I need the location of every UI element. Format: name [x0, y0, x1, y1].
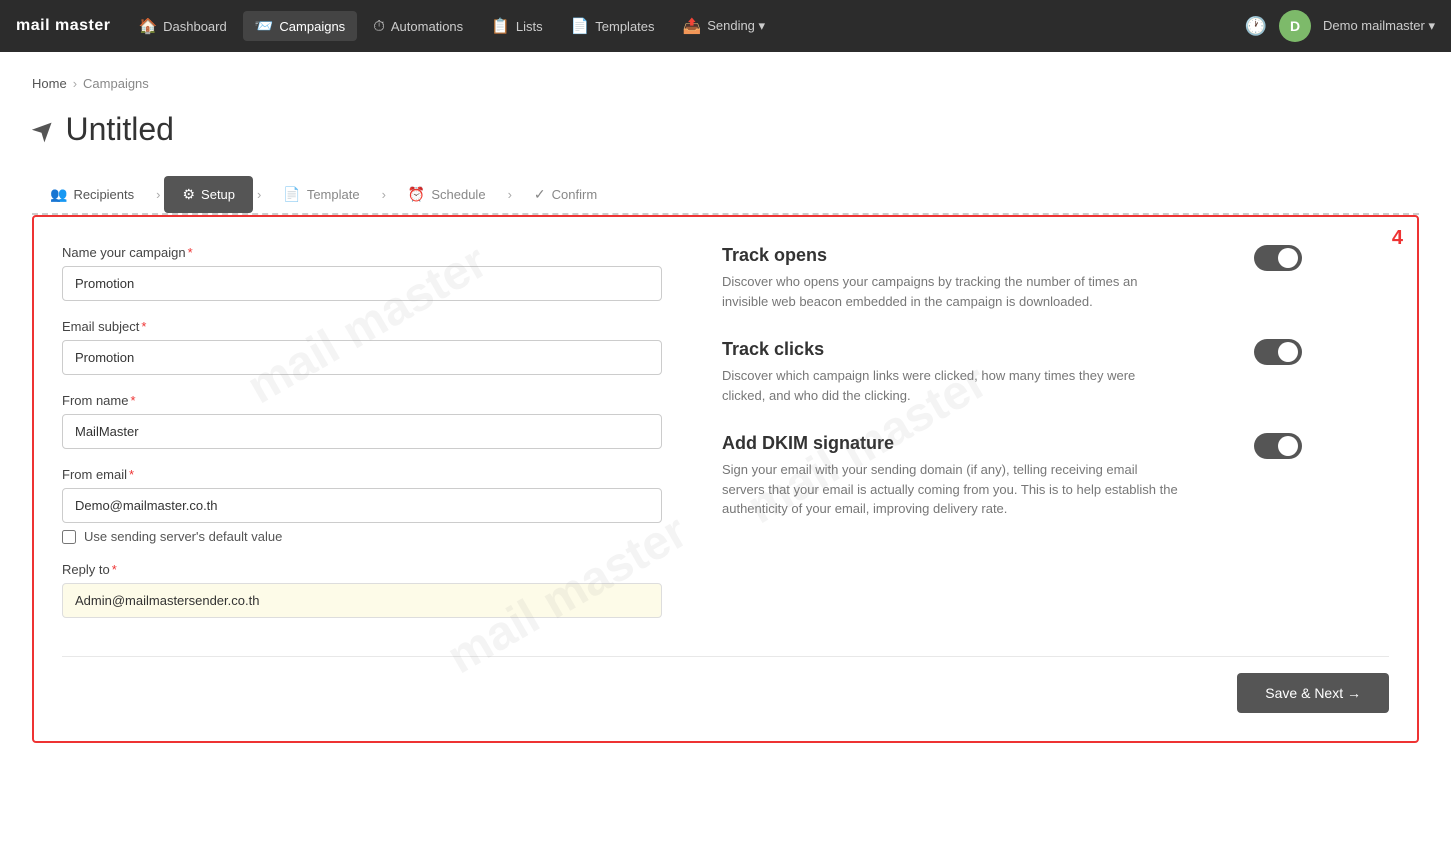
step-recipients-label: Recipients: [73, 187, 134, 202]
campaigns-icon: 📨: [255, 17, 274, 35]
campaign-name-input[interactable]: [62, 266, 662, 301]
default-server-label: Use sending server's default value: [84, 529, 282, 544]
default-server-row: Use sending server's default value: [62, 529, 662, 544]
step-confirm[interactable]: ✓ Confirm: [516, 176, 615, 213]
track-clicks-desc: Discover which campaign links were click…: [722, 366, 1182, 405]
automations-icon: ⏱: [373, 18, 385, 35]
dkim-desc: Sign your email with your sending domain…: [722, 460, 1182, 519]
step-arrow-1: ›: [152, 187, 164, 202]
form-left: Name your campaign* Email subject* From …: [62, 245, 662, 636]
nav-templates[interactable]: 📄 Templates: [559, 11, 667, 41]
dashboard-icon: 🏠: [138, 17, 157, 35]
dkim-toggle[interactable]: [1254, 433, 1302, 459]
email-subject-group: Email subject*: [62, 319, 662, 375]
email-subject-input[interactable]: [62, 340, 662, 375]
page-title-icon: ➤: [24, 110, 64, 150]
from-email-group: From email* Use sending server's default…: [62, 467, 662, 544]
nav-lists[interactable]: 📋 Lists: [479, 11, 554, 41]
track-clicks-header: Track clicks Discover which campaign lin…: [722, 339, 1302, 405]
reply-to-group: Reply to*: [62, 562, 662, 618]
dkim-header: Add DKIM signature Sign your email with …: [722, 433, 1302, 519]
sending-icon: 📤: [683, 17, 702, 35]
brand-logo: mail master: [16, 17, 110, 35]
step-number: 4: [1392, 227, 1403, 250]
breadcrumb-current: Campaigns: [83, 76, 149, 91]
wizard-steps: 👥 Recipients › ⚙ Setup › 📄 Template › ⏰ …: [32, 176, 1419, 213]
nav-dashboard-label: Dashboard: [163, 19, 227, 34]
track-opens-item: Track opens Discover who opens your camp…: [722, 245, 1302, 311]
track-opens-slider: [1254, 245, 1302, 271]
step-arrow-3: ›: [378, 187, 390, 202]
track-clicks-item: Track clicks Discover which campaign lin…: [722, 339, 1302, 405]
navbar: mail master 🏠 Dashboard 📨 Campaigns ⏱ Au…: [0, 0, 1451, 52]
step-setup-label: Setup: [201, 187, 235, 202]
track-clicks-content: Track clicks Discover which campaign lin…: [722, 339, 1182, 405]
track-opens-desc: Discover who opens your campaigns by tra…: [722, 272, 1182, 311]
form-layout: Name your campaign* Email subject* From …: [62, 245, 1389, 636]
from-name-group: From name*: [62, 393, 662, 449]
email-subject-label: Email subject*: [62, 319, 662, 334]
step-arrow-2: ›: [253, 187, 265, 202]
nav-automations-label: Automations: [391, 19, 463, 34]
history-icon[interactable]: 🕐: [1245, 16, 1267, 37]
nav-dashboard[interactable]: 🏠 Dashboard: [126, 11, 238, 41]
step-schedule[interactable]: ⏰ Schedule: [390, 176, 504, 213]
step-arrow-4: ›: [504, 187, 516, 202]
nav-sending-label: Sending ▾: [707, 18, 765, 34]
dkim-content: Add DKIM signature Sign your email with …: [722, 433, 1182, 519]
nav-templates-label: Templates: [595, 19, 654, 34]
page-title: Untitled: [65, 111, 174, 148]
dkim-slider: [1254, 433, 1302, 459]
from-name-label: From name*: [62, 393, 662, 408]
from-email-label: From email*: [62, 467, 662, 482]
user-label[interactable]: Demo mailmaster ▾: [1323, 18, 1435, 34]
reply-to-input[interactable]: [62, 583, 662, 618]
step-schedule-label: Schedule: [431, 187, 485, 202]
from-email-input[interactable]: [62, 488, 662, 523]
dkim-item: Add DKIM signature Sign your email with …: [722, 433, 1302, 519]
track-opens-header: Track opens Discover who opens your camp…: [722, 245, 1302, 311]
form-right: Track opens Discover who opens your camp…: [722, 245, 1302, 636]
step-confirm-label: Confirm: [552, 187, 598, 202]
track-clicks-slider: [1254, 339, 1302, 365]
nav-campaigns[interactable]: 📨 Campaigns: [243, 11, 357, 41]
dkim-title: Add DKIM signature: [722, 433, 1182, 454]
reply-to-label: Reply to*: [62, 562, 662, 577]
save-next-label: Save & Next →: [1265, 685, 1361, 701]
page-content: Home › Campaigns ➤ Untitled 👥 Recipients…: [0, 52, 1451, 858]
nav-sending[interactable]: 📤 Sending ▾: [671, 11, 778, 41]
page-title-row: ➤ Untitled: [32, 111, 1419, 148]
schedule-step-icon: ⏰: [408, 186, 425, 203]
lists-icon: 📋: [491, 17, 510, 35]
track-opens-title: Track opens: [722, 245, 1182, 266]
track-opens-content: Track opens Discover who opens your camp…: [722, 245, 1182, 311]
breadcrumb: Home › Campaigns: [32, 76, 1419, 91]
default-server-checkbox[interactable]: [62, 530, 76, 544]
step-setup[interactable]: ⚙ Setup: [164, 176, 253, 213]
navbar-right: 🕐 D Demo mailmaster ▾: [1245, 10, 1435, 42]
campaign-name-group: Name your campaign*: [62, 245, 662, 301]
from-name-input[interactable]: [62, 414, 662, 449]
templates-icon: 📄: [571, 17, 590, 35]
nav-campaigns-label: Campaigns: [279, 19, 345, 34]
user-avatar: D: [1279, 10, 1311, 42]
campaign-name-label: Name your campaign*: [62, 245, 662, 260]
form-container: 4 mail master mail master mail master Na…: [32, 215, 1419, 743]
nav-automations[interactable]: ⏱ Automations: [361, 12, 475, 41]
form-footer: Save & Next →: [62, 656, 1389, 713]
track-clicks-toggle[interactable]: [1254, 339, 1302, 365]
recipients-step-icon: 👥: [50, 186, 67, 203]
setup-step-icon: ⚙: [182, 186, 195, 203]
step-template[interactable]: 📄 Template: [265, 176, 377, 213]
template-step-icon: 📄: [283, 186, 300, 203]
nav-lists-label: Lists: [516, 19, 543, 34]
breadcrumb-home[interactable]: Home: [32, 76, 67, 91]
step-recipients[interactable]: 👥 Recipients: [32, 176, 152, 213]
breadcrumb-separator: ›: [73, 76, 77, 91]
confirm-step-icon: ✓: [534, 186, 546, 203]
save-next-button[interactable]: Save & Next →: [1237, 673, 1389, 713]
step-template-label: Template: [307, 187, 360, 202]
track-clicks-title: Track clicks: [722, 339, 1182, 360]
track-opens-toggle[interactable]: [1254, 245, 1302, 271]
